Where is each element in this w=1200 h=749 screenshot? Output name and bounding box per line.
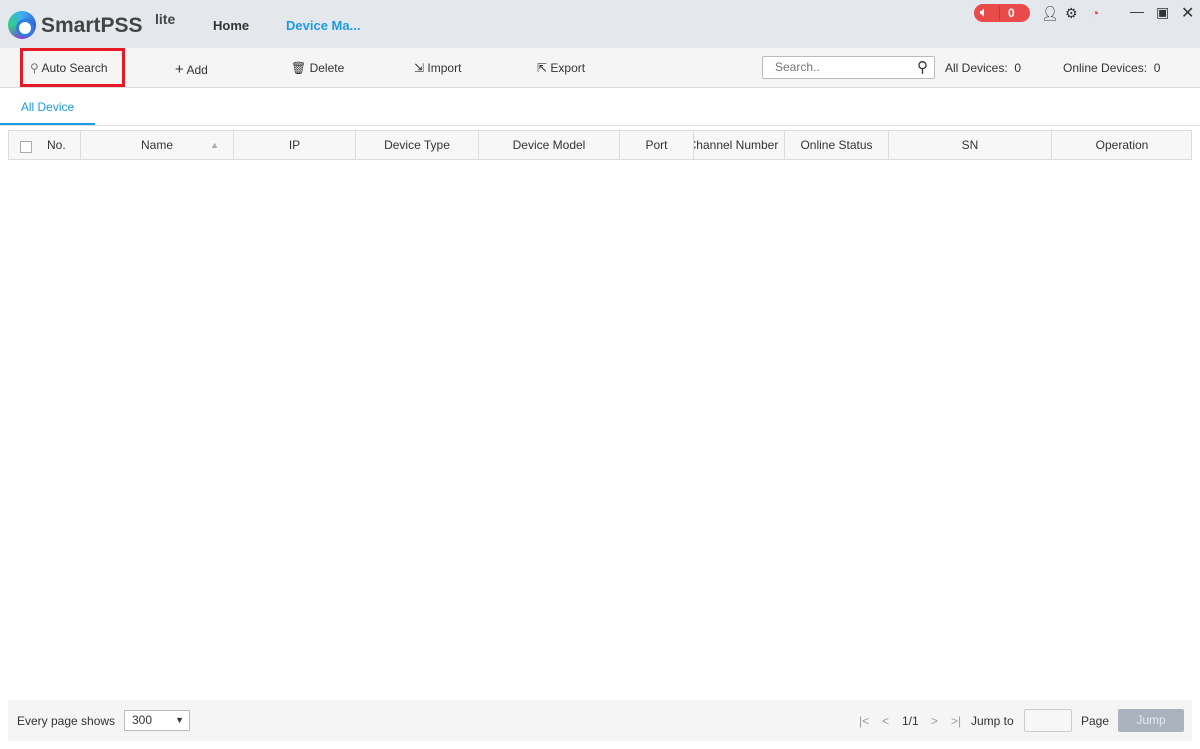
next-page-icon[interactable]: > (931, 714, 938, 728)
jump-button[interactable]: Jump (1118, 709, 1184, 732)
column-sn[interactable]: SN (889, 131, 1052, 159)
nav-home[interactable]: Home (213, 18, 249, 33)
minimize-icon[interactable]: — (1130, 3, 1144, 19)
column-channel-number[interactable]: Channel Number (694, 131, 785, 159)
page-size-label: Every page shows (17, 714, 116, 728)
prev-page-icon[interactable]: < (882, 714, 889, 728)
export-button[interactable]: ⇱ Export (537, 61, 585, 75)
export-icon: ⇱ (537, 61, 548, 75)
title-bar: SmartPSS lite Home Device Ma... 🔈︎ 0 👤︎ … (0, 0, 1200, 48)
sort-ascending-icon: ▲ (210, 140, 219, 150)
performance-gauge-icon[interactable]: ◔ (1091, 5, 1099, 21)
import-label: Import (427, 61, 462, 75)
pagination-footer: Every page shows 300 ▼ |< < 1/1 > >| Jump… (8, 700, 1192, 741)
select-all-checkbox[interactable] (20, 141, 32, 153)
page-label: Page (1081, 714, 1110, 728)
column-device-model[interactable]: Device Model (479, 131, 620, 159)
export-label: Export (550, 61, 586, 75)
import-button[interactable]: ⇲ Import (414, 61, 461, 75)
tab-all-device[interactable]: All Device (0, 88, 95, 125)
all-devices-count: All Devices: 0 (945, 61, 1022, 75)
add-label: Add (186, 63, 208, 77)
smartpss-logo (8, 11, 36, 39)
search-icon[interactable]: ⚲ (917, 58, 928, 76)
column-device-type[interactable]: Device Type (356, 131, 479, 159)
last-page-icon[interactable]: >| (951, 714, 961, 728)
alarm-count: 0 (1008, 6, 1015, 20)
nav-device-manager[interactable]: Device Ma... (286, 18, 360, 33)
page-indicator: 1/1 (902, 714, 919, 728)
column-operation[interactable]: Operation (1052, 131, 1192, 159)
auto-search-highlight (20, 48, 125, 87)
page-size-select[interactable]: 300 ▼ (124, 710, 190, 731)
jump-page-input[interactable] (1024, 709, 1072, 732)
delete-label: Delete (309, 61, 345, 75)
gear-icon[interactable]: ⚙ (1065, 5, 1078, 22)
first-page-icon[interactable]: |< (859, 714, 869, 728)
import-icon: ⇲ (414, 61, 425, 75)
column-ip[interactable]: IP (234, 131, 356, 159)
device-search-box[interactable]: ⚲ (762, 56, 935, 79)
search-input[interactable] (775, 57, 915, 77)
column-name[interactable]: Name ▲ (81, 131, 234, 159)
toolbar: ⚲ Auto Search + Add 🗑︎ Delete ⇲ Import ⇱… (0, 48, 1200, 88)
table-header: No. Name ▲ IP Device Type Device Model Po… (8, 130, 1192, 160)
column-online-status[interactable]: Online Status (785, 131, 889, 159)
close-icon[interactable]: ✕ (1181, 3, 1194, 23)
chevron-down-icon: ▼ (175, 715, 184, 725)
maximize-icon[interactable]: ▣ (1156, 4, 1169, 21)
plus-icon: + (175, 61, 184, 78)
jump-to-label: Jump to (971, 714, 1014, 728)
tab-bar: All Device (0, 88, 1200, 126)
delete-button[interactable]: 🗑︎ Delete (291, 61, 344, 75)
app-suffix: lite (155, 11, 176, 27)
add-button[interactable]: + Add (175, 61, 208, 78)
column-port[interactable]: Port (620, 131, 694, 159)
alarm-button[interactable]: 🔈︎ 0 (974, 4, 1030, 22)
trash-icon: 🗑︎ (291, 61, 307, 75)
app-name: SmartPSS (41, 14, 143, 37)
online-devices-count: Online Devices: 0 (1063, 61, 1161, 75)
user-icon[interactable]: 👤︎ (1041, 5, 1059, 22)
speaker-icon: 🔈︎ (980, 5, 988, 19)
column-no[interactable]: No. (9, 131, 81, 159)
